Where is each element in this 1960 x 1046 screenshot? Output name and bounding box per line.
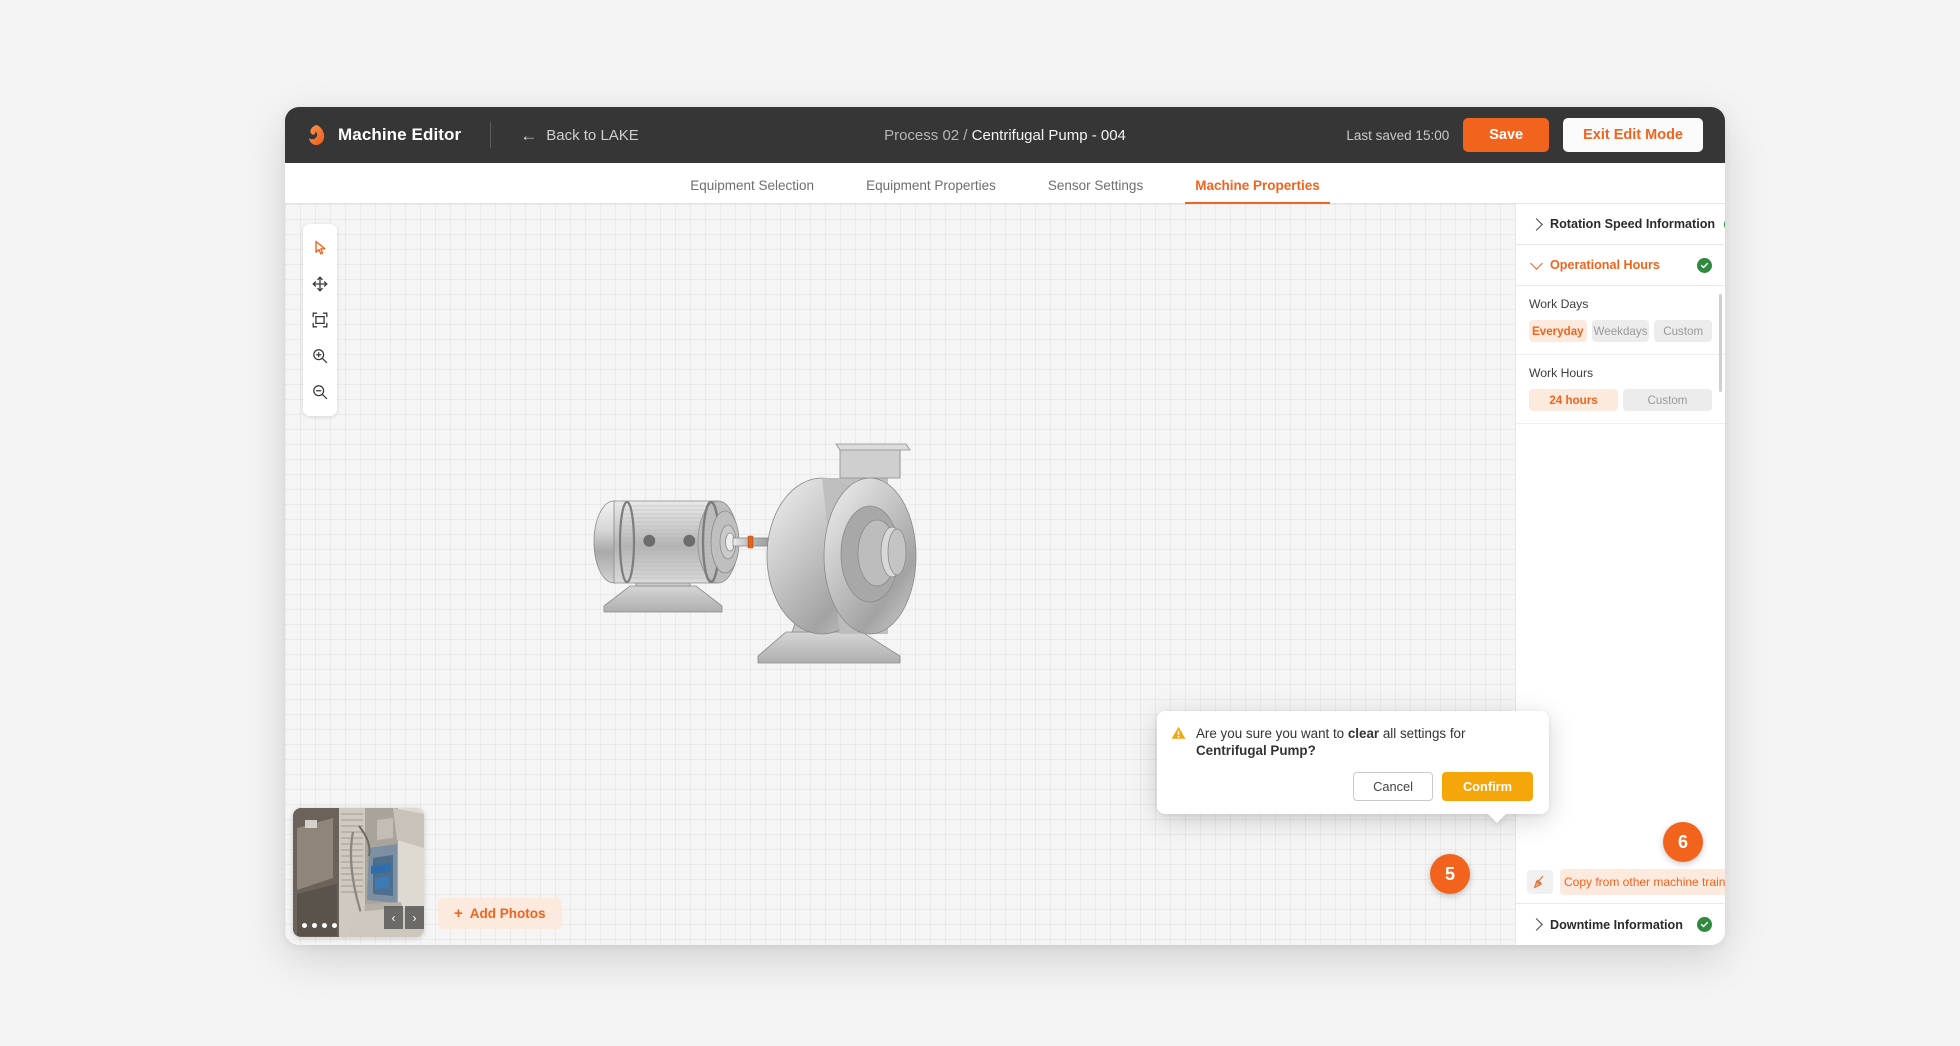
fit-to-frame-icon[interactable] [303, 302, 337, 338]
section-operational-hours[interactable]: Operational Hours [1516, 245, 1725, 286]
page-root: Machine Editor ← Back to LAKE Process 02… [0, 0, 1960, 1046]
tab-machine-properties[interactable]: Machine Properties [1169, 178, 1346, 204]
cursor-select-icon[interactable] [303, 230, 337, 266]
broom-clear-icon[interactable] [1527, 870, 1553, 894]
dialog-text-strong: clear [1347, 726, 1380, 741]
work-hours-options: 24 hours Custom [1529, 389, 1712, 411]
zoom-out-icon[interactable] [303, 374, 337, 410]
check-circle-icon [1697, 917, 1712, 932]
tab-sensor-settings[interactable]: Sensor Settings [1022, 178, 1169, 203]
exit-edit-mode-button[interactable]: Exit Edit Mode [1563, 118, 1703, 152]
photo-thumbnail[interactable]: ‹ › [293, 808, 424, 937]
plus-icon: + [454, 905, 463, 922]
cancel-button[interactable]: Cancel [1353, 771, 1433, 801]
chevron-right-icon[interactable]: › [405, 906, 424, 929]
operational-hours-body: Work Days Everyday Weekdays Custom Work … [1516, 286, 1725, 424]
save-button[interactable]: Save [1463, 118, 1550, 152]
copy-settings-row: Copy from other machine train [1516, 862, 1725, 904]
tab-equipment-selection[interactable]: Equipment Selection [664, 178, 840, 203]
work-days-options: Everyday Weekdays Custom [1529, 320, 1713, 342]
section-title: Rotation Speed Information [1550, 217, 1716, 231]
work-days-label: Work Days [1529, 297, 1589, 311]
add-photos-label: Add Photos [469, 906, 546, 921]
work-days-option-everyday[interactable]: Everyday [1529, 320, 1587, 342]
brand-block: Machine Editor ← Back to LAKE [285, 122, 639, 148]
work-days-option-custom[interactable]: Custom [1654, 320, 1713, 342]
work-hours-field: Work Hours 24 hours Custom [1516, 355, 1725, 424]
check-circle-icon [1697, 257, 1712, 273]
chevron-down-icon [1530, 256, 1543, 270]
panel-scrollbar[interactable] [1719, 294, 1722, 392]
chevron-right-icon [1530, 918, 1543, 931]
step-badge-6: 6 [1663, 822, 1703, 862]
dialog-text: Are you sure you want to clear all setti… [1196, 725, 1533, 760]
breadcrumb-current: Centrifugal Pump - 004 [971, 126, 1126, 144]
editor-canvas[interactable]: ‹ › + Add Photos [285, 204, 1515, 945]
tab-equipment-properties[interactable]: Equipment Properties [840, 178, 1022, 203]
clear-settings-confirm-dialog: Are you sure you want to clear all setti… [1157, 711, 1549, 823]
top-bar: Machine Editor ← Back to LAKE Process 02… [285, 107, 1725, 163]
section-downtime-information[interactable]: Downtime Information [1516, 904, 1725, 945]
canvas-toolbar [303, 224, 337, 416]
work-hours-label: Work Hours [1529, 366, 1594, 380]
leaf-swirl-logo [305, 123, 327, 147]
confirm-button[interactable]: Confirm [1441, 771, 1533, 801]
work-hours-option-custom[interactable]: Custom [1623, 389, 1712, 411]
app-window: Machine Editor ← Back to LAKE Process 02… [285, 107, 1725, 945]
dialog-text-prefix: Are you sure you want to [1196, 726, 1348, 741]
check-circle-icon [1724, 216, 1725, 232]
dialog-text-target: Centrifugal Pump? [1196, 743, 1316, 759]
warning-triangle-icon [1171, 726, 1186, 744]
brand-name: Machine Editor [338, 125, 462, 144]
work-hours-option-24-hours[interactable]: 24 hours [1529, 389, 1618, 411]
work-days-field: Work Days Everyday Weekdays Custom [1516, 286, 1725, 355]
work-days-option-weekdays[interactable]: Weekdays [1591, 320, 1650, 342]
section-title: Downtime Information [1550, 917, 1683, 932]
machine-illustration[interactable] [570, 434, 950, 674]
photo-nav-controls: ‹ › [384, 906, 424, 929]
header-divider [490, 122, 492, 148]
photo-strip: ‹ › + Add Photos [293, 808, 562, 937]
section-rotation-speed-information[interactable]: Rotation Speed Information [1516, 204, 1725, 245]
add-photos-button[interactable]: + Add Photos [438, 898, 562, 929]
step-badge-5: 5 [1430, 854, 1470, 894]
breadcrumb-parent: Process 02 / [884, 126, 968, 144]
last-saved-text: Last saved 15:00 [1346, 127, 1450, 143]
dialog-message: Are you sure you want to clear all setti… [1171, 725, 1533, 760]
back-to-lake-link[interactable]: ← Back to LAKE [520, 127, 639, 144]
photo-pagination-dots [302, 923, 337, 928]
chevron-right-icon [1530, 217, 1543, 231]
section-title: Operational Hours [1550, 258, 1660, 272]
zoom-in-icon[interactable] [303, 338, 337, 374]
back-label: Back to LAKE [546, 126, 639, 144]
tab-bar: Equipment Selection Equipment Properties… [285, 163, 1725, 204]
dialog-text-middle: all settings for [1379, 726, 1466, 741]
move-pan-icon[interactable] [303, 266, 337, 302]
chevron-left-icon[interactable]: ‹ [384, 906, 403, 929]
dialog-pointer-tail [1487, 812, 1507, 823]
header-actions: Last saved 15:00 Save Exit Edit Mode [1346, 107, 1703, 163]
copy-from-other-machine-train-button[interactable]: Copy from other machine train [1560, 869, 1725, 895]
dialog-actions: Cancel Confirm [1171, 771, 1533, 801]
arrow-left-icon: ← [520, 125, 538, 145]
